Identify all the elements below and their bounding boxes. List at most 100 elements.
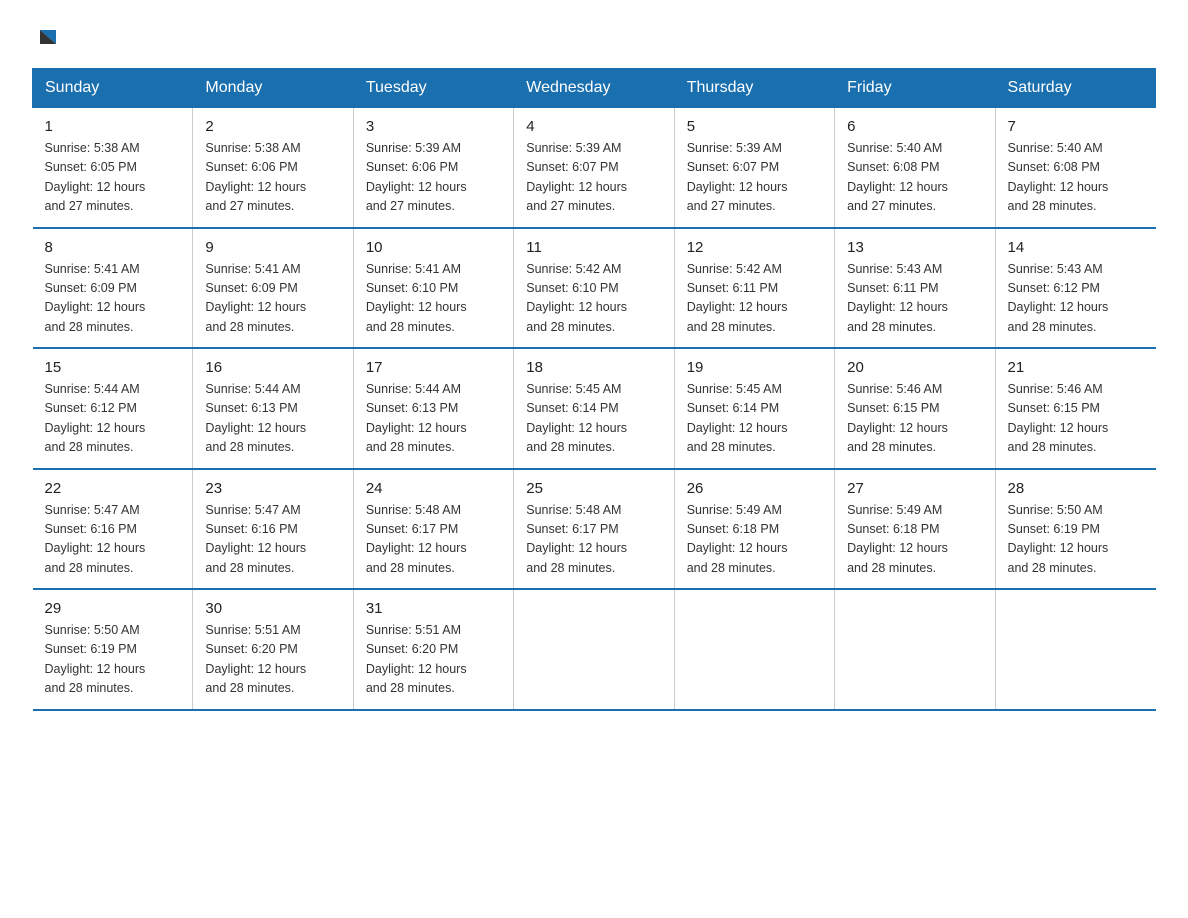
calendar-cell: 26 Sunrise: 5:49 AM Sunset: 6:18 PM Dayl… <box>674 469 834 590</box>
day-info: Sunrise: 5:48 AM Sunset: 6:17 PM Dayligh… <box>366 501 501 579</box>
day-number: 3 <box>366 118 501 135</box>
day-info: Sunrise: 5:41 AM Sunset: 6:10 PM Dayligh… <box>366 260 501 338</box>
calendar-cell <box>674 589 834 710</box>
day-number: 2 <box>205 118 340 135</box>
day-number: 24 <box>366 480 501 497</box>
day-number: 9 <box>205 239 340 256</box>
day-info: Sunrise: 5:42 AM Sunset: 6:10 PM Dayligh… <box>526 260 661 338</box>
calendar-cell: 28 Sunrise: 5:50 AM Sunset: 6:19 PM Dayl… <box>995 469 1155 590</box>
week-row-4: 22 Sunrise: 5:47 AM Sunset: 6:16 PM Dayl… <box>33 469 1156 590</box>
day-info: Sunrise: 5:49 AM Sunset: 6:18 PM Dayligh… <box>847 501 982 579</box>
day-number: 4 <box>526 118 661 135</box>
calendar-cell: 29 Sunrise: 5:50 AM Sunset: 6:19 PM Dayl… <box>33 589 193 710</box>
day-number: 15 <box>45 359 181 376</box>
header-tuesday: Tuesday <box>353 69 513 108</box>
day-number: 23 <box>205 480 340 497</box>
day-info: Sunrise: 5:50 AM Sunset: 6:19 PM Dayligh… <box>45 621 181 699</box>
day-number: 21 <box>1008 359 1144 376</box>
day-info: Sunrise: 5:38 AM Sunset: 6:06 PM Dayligh… <box>205 139 340 217</box>
calendar-cell: 5 Sunrise: 5:39 AM Sunset: 6:07 PM Dayli… <box>674 108 834 228</box>
calendar-cell: 16 Sunrise: 5:44 AM Sunset: 6:13 PM Dayl… <box>193 348 353 469</box>
day-info: Sunrise: 5:39 AM Sunset: 6:06 PM Dayligh… <box>366 139 501 217</box>
header-friday: Friday <box>835 69 995 108</box>
calendar-cell: 11 Sunrise: 5:42 AM Sunset: 6:10 PM Dayl… <box>514 228 674 349</box>
calendar-cell: 10 Sunrise: 5:41 AM Sunset: 6:10 PM Dayl… <box>353 228 513 349</box>
calendar-cell <box>995 589 1155 710</box>
calendar-cell: 23 Sunrise: 5:47 AM Sunset: 6:16 PM Dayl… <box>193 469 353 590</box>
day-number: 7 <box>1008 118 1144 135</box>
calendar-cell <box>835 589 995 710</box>
day-number: 10 <box>366 239 501 256</box>
calendar-cell: 4 Sunrise: 5:39 AM Sunset: 6:07 PM Dayli… <box>514 108 674 228</box>
calendar-cell: 27 Sunrise: 5:49 AM Sunset: 6:18 PM Dayl… <box>835 469 995 590</box>
calendar-cell <box>514 589 674 710</box>
day-number: 28 <box>1008 480 1144 497</box>
calendar-cell: 30 Sunrise: 5:51 AM Sunset: 6:20 PM Dayl… <box>193 589 353 710</box>
week-row-5: 29 Sunrise: 5:50 AM Sunset: 6:19 PM Dayl… <box>33 589 1156 710</box>
page-header <box>32 24 1156 52</box>
day-info: Sunrise: 5:50 AM Sunset: 6:19 PM Dayligh… <box>1008 501 1144 579</box>
day-number: 20 <box>847 359 982 376</box>
day-number: 11 <box>526 239 661 256</box>
calendar-cell: 14 Sunrise: 5:43 AM Sunset: 6:12 PM Dayl… <box>995 228 1155 349</box>
header-monday: Monday <box>193 69 353 108</box>
day-info: Sunrise: 5:46 AM Sunset: 6:15 PM Dayligh… <box>1008 380 1144 458</box>
calendar-cell: 12 Sunrise: 5:42 AM Sunset: 6:11 PM Dayl… <box>674 228 834 349</box>
calendar-cell: 21 Sunrise: 5:46 AM Sunset: 6:15 PM Dayl… <box>995 348 1155 469</box>
day-info: Sunrise: 5:44 AM Sunset: 6:12 PM Dayligh… <box>45 380 181 458</box>
day-info: Sunrise: 5:40 AM Sunset: 6:08 PM Dayligh… <box>847 139 982 217</box>
week-row-2: 8 Sunrise: 5:41 AM Sunset: 6:09 PM Dayli… <box>33 228 1156 349</box>
day-number: 5 <box>687 118 822 135</box>
calendar-cell: 22 Sunrise: 5:47 AM Sunset: 6:16 PM Dayl… <box>33 469 193 590</box>
day-number: 27 <box>847 480 982 497</box>
day-number: 1 <box>45 118 181 135</box>
day-info: Sunrise: 5:48 AM Sunset: 6:17 PM Dayligh… <box>526 501 661 579</box>
day-number: 17 <box>366 359 501 376</box>
day-info: Sunrise: 5:40 AM Sunset: 6:08 PM Dayligh… <box>1008 139 1144 217</box>
week-row-3: 15 Sunrise: 5:44 AM Sunset: 6:12 PM Dayl… <box>33 348 1156 469</box>
day-number: 29 <box>45 600 181 617</box>
calendar-cell: 20 Sunrise: 5:46 AM Sunset: 6:15 PM Dayl… <box>835 348 995 469</box>
day-info: Sunrise: 5:41 AM Sunset: 6:09 PM Dayligh… <box>205 260 340 338</box>
day-info: Sunrise: 5:45 AM Sunset: 6:14 PM Dayligh… <box>526 380 661 458</box>
day-number: 19 <box>687 359 822 376</box>
day-number: 18 <box>526 359 661 376</box>
calendar-cell: 6 Sunrise: 5:40 AM Sunset: 6:08 PM Dayli… <box>835 108 995 228</box>
logo <box>32 24 62 52</box>
calendar-cell: 17 Sunrise: 5:44 AM Sunset: 6:13 PM Dayl… <box>353 348 513 469</box>
day-number: 13 <box>847 239 982 256</box>
calendar-header-row: SundayMondayTuesdayWednesdayThursdayFrid… <box>33 69 1156 108</box>
header-thursday: Thursday <box>674 69 834 108</box>
calendar-cell: 31 Sunrise: 5:51 AM Sunset: 6:20 PM Dayl… <box>353 589 513 710</box>
calendar-cell: 1 Sunrise: 5:38 AM Sunset: 6:05 PM Dayli… <box>33 108 193 228</box>
calendar-cell: 18 Sunrise: 5:45 AM Sunset: 6:14 PM Dayl… <box>514 348 674 469</box>
day-info: Sunrise: 5:38 AM Sunset: 6:05 PM Dayligh… <box>45 139 181 217</box>
day-info: Sunrise: 5:51 AM Sunset: 6:20 PM Dayligh… <box>205 621 340 699</box>
calendar-cell: 9 Sunrise: 5:41 AM Sunset: 6:09 PM Dayli… <box>193 228 353 349</box>
day-info: Sunrise: 5:44 AM Sunset: 6:13 PM Dayligh… <box>366 380 501 458</box>
day-info: Sunrise: 5:44 AM Sunset: 6:13 PM Dayligh… <box>205 380 340 458</box>
logo-icon <box>34 24 62 52</box>
week-row-1: 1 Sunrise: 5:38 AM Sunset: 6:05 PM Dayli… <box>33 108 1156 228</box>
day-info: Sunrise: 5:42 AM Sunset: 6:11 PM Dayligh… <box>687 260 822 338</box>
day-number: 25 <box>526 480 661 497</box>
day-info: Sunrise: 5:51 AM Sunset: 6:20 PM Dayligh… <box>366 621 501 699</box>
day-info: Sunrise: 5:47 AM Sunset: 6:16 PM Dayligh… <box>205 501 340 579</box>
day-info: Sunrise: 5:45 AM Sunset: 6:14 PM Dayligh… <box>687 380 822 458</box>
calendar-cell: 7 Sunrise: 5:40 AM Sunset: 6:08 PM Dayli… <box>995 108 1155 228</box>
day-number: 8 <box>45 239 181 256</box>
header-saturday: Saturday <box>995 69 1155 108</box>
calendar-cell: 24 Sunrise: 5:48 AM Sunset: 6:17 PM Dayl… <box>353 469 513 590</box>
day-info: Sunrise: 5:41 AM Sunset: 6:09 PM Dayligh… <box>45 260 181 338</box>
calendar-cell: 19 Sunrise: 5:45 AM Sunset: 6:14 PM Dayl… <box>674 348 834 469</box>
calendar-cell: 8 Sunrise: 5:41 AM Sunset: 6:09 PM Dayli… <box>33 228 193 349</box>
header-sunday: Sunday <box>33 69 193 108</box>
day-number: 30 <box>205 600 340 617</box>
day-info: Sunrise: 5:43 AM Sunset: 6:11 PM Dayligh… <box>847 260 982 338</box>
day-info: Sunrise: 5:39 AM Sunset: 6:07 PM Dayligh… <box>687 139 822 217</box>
day-number: 12 <box>687 239 822 256</box>
calendar-cell: 13 Sunrise: 5:43 AM Sunset: 6:11 PM Dayl… <box>835 228 995 349</box>
day-info: Sunrise: 5:39 AM Sunset: 6:07 PM Dayligh… <box>526 139 661 217</box>
calendar-cell: 3 Sunrise: 5:39 AM Sunset: 6:06 PM Dayli… <box>353 108 513 228</box>
calendar-cell: 15 Sunrise: 5:44 AM Sunset: 6:12 PM Dayl… <box>33 348 193 469</box>
